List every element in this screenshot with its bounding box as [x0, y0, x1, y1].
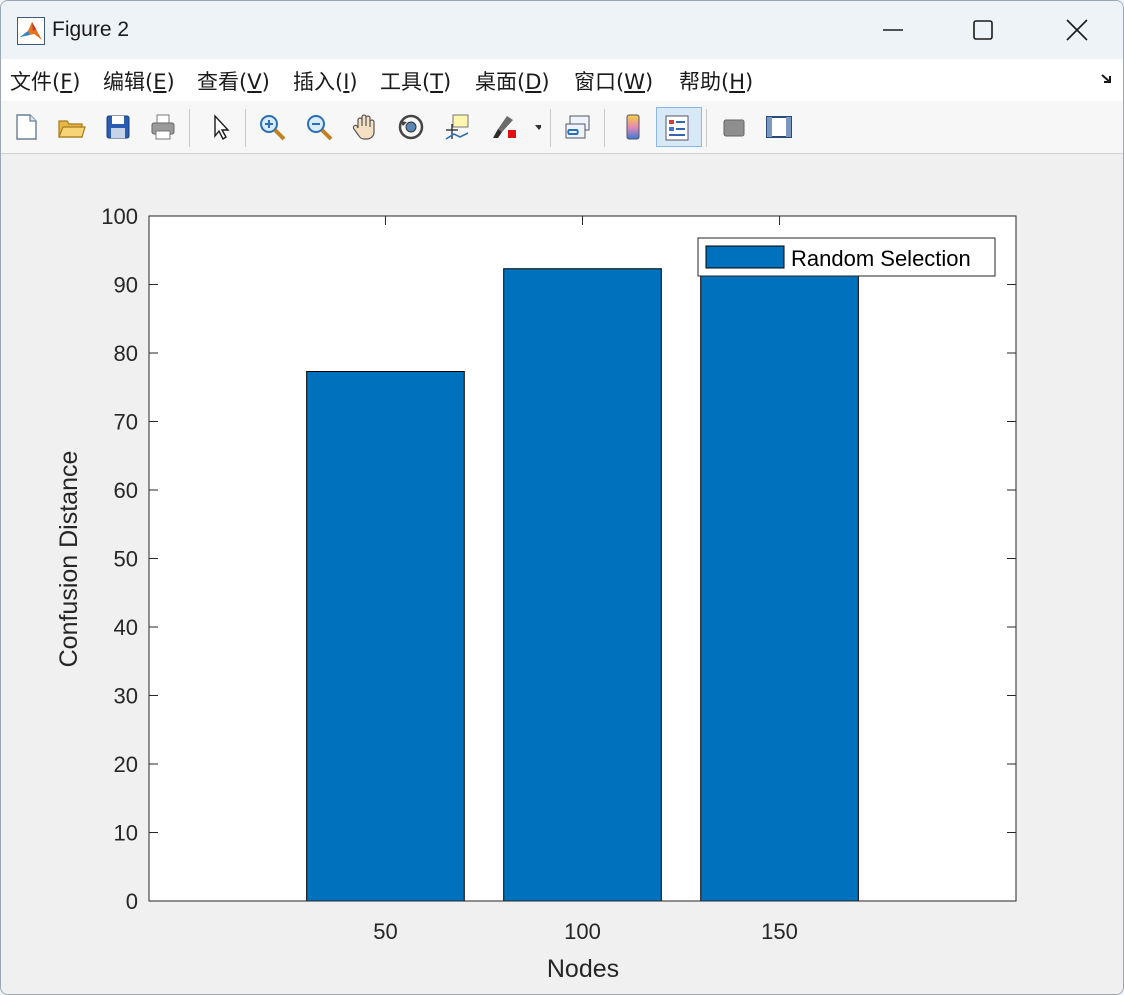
save-button[interactable] — [98, 107, 136, 147]
link-plot-button[interactable] — [558, 107, 596, 147]
y-tick-label: 70 — [114, 410, 138, 435]
hide-plot-tools-button[interactable] — [714, 107, 752, 147]
new-file-icon — [16, 114, 37, 140]
x-tick-label: 150 — [761, 919, 798, 944]
open-file-button[interactable] — [51, 107, 89, 147]
bar-50[interactable] — [306, 370, 465, 902]
figure-toolbar — [1, 101, 1123, 154]
edit-plot-button[interactable] — [200, 107, 238, 147]
y-tick-label: 60 — [114, 478, 138, 503]
menu-bar: 文件(F) 编辑(E) 查看(V) 插入(I) 工具(T) 桌面(D) 窗口(W… — [1, 59, 1123, 102]
legend-swatch — [705, 245, 785, 269]
toolbar-separator — [550, 109, 551, 147]
toolbar-separator — [604, 109, 605, 147]
zoom-in-icon — [260, 115, 286, 141]
pan-hand-icon — [352, 114, 375, 140]
brush-icon — [493, 116, 541, 138]
minimize-button[interactable] — [847, 1, 939, 59]
x-tick-label: 50 — [373, 919, 397, 944]
insert-legend-button[interactable] — [656, 107, 702, 147]
save-icon — [106, 115, 130, 139]
legend-icon — [665, 115, 689, 141]
menu-tools[interactable]: 工具(T) — [380, 66, 451, 96]
x-tick-label: 100 — [564, 919, 601, 944]
new-figure-button[interactable] — [6, 107, 44, 147]
zoom-in-button[interactable] — [252, 107, 290, 147]
matlab-logo-icon — [17, 17, 45, 45]
print-button[interactable] — [143, 107, 181, 147]
x-axis-label: Nodes — [547, 955, 619, 983]
close-icon — [1066, 19, 1088, 41]
maximize-icon — [973, 20, 993, 40]
rotate-3d-button[interactable] — [391, 107, 429, 147]
menu-view[interactable]: 查看(V) — [197, 66, 270, 96]
toolbar-separator — [189, 109, 190, 147]
hide-plot-tools-icon — [723, 119, 745, 137]
show-plot-tools-button[interactable] — [759, 107, 797, 147]
toolbar-separator — [706, 109, 707, 147]
insert-colorbar-button[interactable] — [613, 107, 651, 147]
bar-150[interactable] — [700, 268, 859, 902]
y-tick-label: 100 — [101, 204, 138, 229]
y-tick-label: 0 — [126, 889, 138, 914]
menu-window[interactable]: 窗口(W) — [574, 66, 653, 96]
menu-edit[interactable]: 编辑(E) — [103, 66, 175, 96]
window-title: Figure 2 — [52, 18, 130, 41]
rotate-3d-icon — [398, 114, 424, 140]
y-tick-label: 20 — [114, 752, 138, 777]
maximize-button[interactable] — [937, 1, 1029, 59]
link-plot-icon — [565, 115, 590, 139]
minimize-icon — [883, 29, 903, 31]
print-icon — [151, 114, 175, 140]
pan-button[interactable] — [345, 107, 383, 147]
y-tick-label: 90 — [114, 273, 138, 298]
menu-insert[interactable]: 插入(I) — [293, 66, 358, 96]
menu-file[interactable]: 文件(F) — [10, 66, 81, 96]
menu-desktop[interactable]: 桌面(D) — [475, 66, 550, 96]
y-tick-label: 50 — [114, 547, 138, 572]
y-tick-label: 40 — [114, 615, 138, 640]
y-axis-label: Confusion Distance — [55, 451, 83, 668]
y-tick-label: 10 — [114, 821, 138, 846]
brush-button[interactable] — [484, 107, 546, 147]
toolbar-separator — [245, 109, 246, 147]
show-plot-tools-icon — [766, 116, 792, 138]
y-tick-label: 30 — [114, 684, 138, 709]
dock-arrow-icon[interactable] — [1099, 71, 1115, 87]
title-bar[interactable]: Figure 2 — [1, 1, 1123, 59]
zoom-out-icon — [307, 115, 333, 141]
bar-chart[interactable]: 0 10 20 30 40 50 60 70 80 90 100 50 100 150 Nodes Co… — [1, 154, 1123, 994]
legend-label: Random Selection — [791, 246, 971, 271]
open-folder-icon — [58, 120, 86, 138]
bar-100[interactable] — [503, 268, 662, 902]
data-cursor-icon — [445, 114, 469, 140]
colorbar-icon — [626, 114, 640, 140]
figure-window: Figure 2 文件(F) 编辑(E) 查看(V) 插入(I) 工具(T) 桌… — [0, 0, 1124, 995]
menu-help[interactable]: 帮助(H) — [679, 66, 753, 96]
close-button[interactable] — [1031, 1, 1123, 59]
zoom-out-button[interactable] — [299, 107, 337, 147]
pointer-icon — [214, 114, 230, 141]
legend[interactable]: Random Selection — [697, 237, 996, 277]
data-cursor-button[interactable] — [437, 107, 475, 147]
y-tick-label: 80 — [114, 341, 138, 366]
figure-canvas[interactable]: 0 10 20 30 40 50 60 70 80 90 100 50 100 150 Nodes Co… — [1, 154, 1123, 994]
